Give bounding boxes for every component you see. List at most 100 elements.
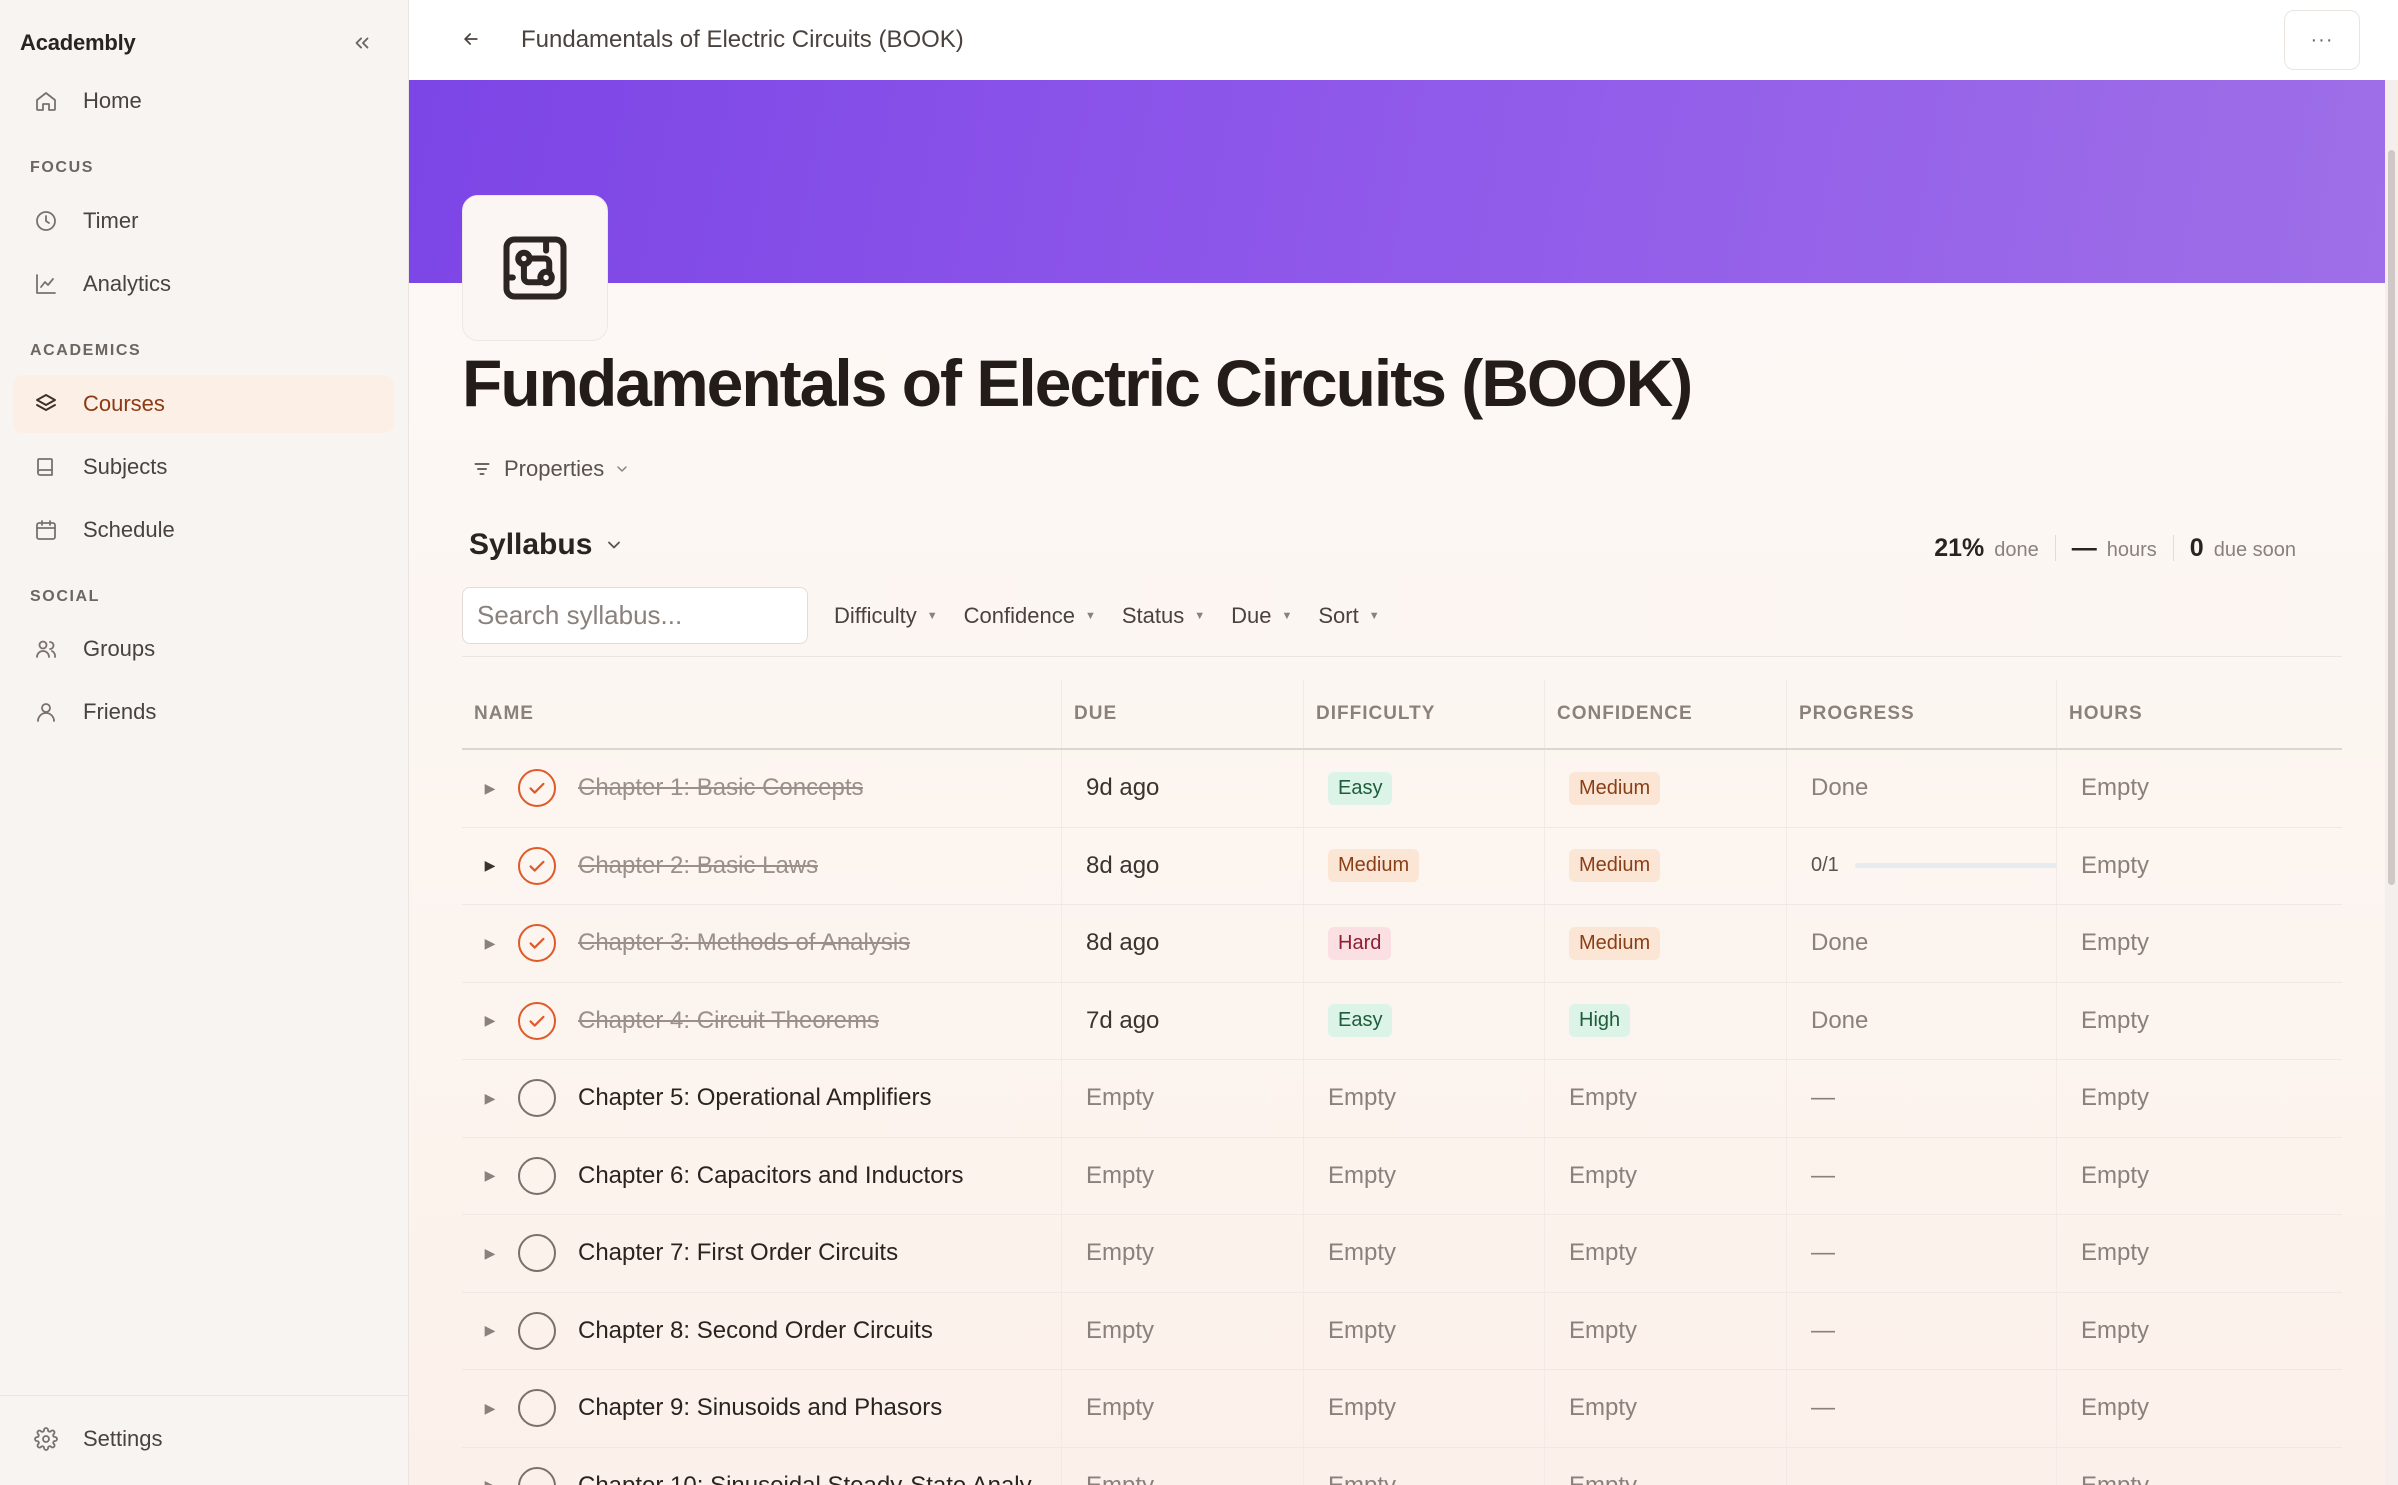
column-header-due[interactable]: DUE — [1062, 680, 1304, 748]
completion-checkbox[interactable] — [518, 1389, 556, 1428]
filter-due[interactable]: Due ▼ — [1231, 603, 1292, 629]
column-header-hours[interactable]: HOURS — [2057, 680, 2342, 748]
cell-due[interactable]: Empty — [1062, 1060, 1304, 1137]
cell-hours[interactable]: Empty — [2057, 750, 2342, 827]
cell-hours[interactable]: Empty — [2057, 905, 2342, 982]
table-row[interactable]: ▶ Chapter 2: Basic Laws 8d ago Medium Medium… — [462, 827, 2342, 905]
expand-toggle[interactable]: ▶ — [476, 1400, 504, 1417]
completion-checkbox[interactable] — [518, 1001, 556, 1040]
expand-toggle[interactable]: ▶ — [476, 1090, 504, 1107]
filter-confidence[interactable]: Confidence ▼ — [964, 603, 1096, 629]
expand-toggle[interactable]: ▶ — [476, 857, 504, 874]
cell-confidence[interactable]: Empty — [1545, 1292, 1787, 1369]
row-title[interactable]: Chapter 5: Operational Amplifiers — [578, 1084, 932, 1112]
expand-toggle[interactable]: ▶ — [476, 1012, 504, 1029]
expand-toggle[interactable]: ▶ — [476, 1477, 504, 1485]
sort-button[interactable]: Sort ▼ — [1318, 603, 1379, 629]
cell-confidence[interactable]: Empty — [1545, 1447, 1787, 1485]
cell-due[interactable]: 9d ago — [1062, 750, 1304, 827]
table-row[interactable]: ▶ Chapter 7: First Order Circuits Empty Emp… — [462, 1215, 2342, 1293]
cell-due[interactable]: 8d ago — [1062, 905, 1304, 982]
sidebar-item-courses[interactable]: Courses — [13, 375, 394, 433]
table-row[interactable]: ▶ Chapter 1: Basic Concepts 9d ago Easy Medi… — [462, 750, 2342, 828]
cell-due[interactable]: Empty — [1062, 1292, 1304, 1369]
expand-toggle[interactable]: ▶ — [476, 935, 504, 952]
properties-toggle[interactable]: Properties — [472, 452, 630, 486]
cell-due[interactable]: Empty — [1062, 1215, 1304, 1292]
table-row[interactable]: ▶ Chapter 6: Capacitors and Inductors Empt… — [462, 1137, 2342, 1215]
column-header-difficulty[interactable]: DIFFICULTY — [1304, 680, 1545, 748]
row-title[interactable]: Chapter 3: Methods of Analysis — [578, 929, 910, 957]
cell-hours[interactable]: Empty — [2057, 1215, 2342, 1292]
cell-hours[interactable]: Empty — [2057, 1448, 2342, 1485]
cell-hours[interactable]: Empty — [2057, 1370, 2342, 1447]
cell-hours[interactable]: Empty — [2057, 983, 2342, 1060]
completion-checkbox[interactable] — [518, 1311, 556, 1350]
table-row[interactable]: ▶ Chapter 10: Sinusoidal Steady-State Ana… — [462, 1447, 2342, 1485]
row-title[interactable]: Chapter 4: Circuit Theorems — [578, 1007, 879, 1035]
column-header-confidence[interactable]: CONFIDENCE — [1545, 680, 1787, 748]
row-title[interactable]: Chapter 10: Sinusoidal Steady-State Anal… — [578, 1472, 1032, 1485]
expand-toggle[interactable]: ▶ — [476, 1167, 504, 1184]
cell-confidence[interactable]: Empty — [1545, 1215, 1787, 1292]
cell-difficulty[interactable]: Easy — [1304, 750, 1545, 827]
scrollbar[interactable] — [2385, 80, 2398, 1485]
sidebar-item-home[interactable]: Home — [13, 72, 394, 130]
cell-due[interactable]: Empty — [1062, 1370, 1304, 1447]
expand-toggle[interactable]: ▶ — [476, 780, 504, 797]
collapse-sidebar-button[interactable] — [344, 25, 380, 61]
row-title[interactable]: Chapter 9: Sinusoids and Phasors — [578, 1394, 942, 1422]
completion-checkbox[interactable] — [518, 924, 556, 963]
cell-confidence[interactable]: Medium — [1545, 827, 1787, 904]
sidebar-item-groups[interactable]: Groups — [13, 620, 394, 678]
cell-difficulty[interactable]: Empty — [1304, 1370, 1545, 1447]
row-title[interactable]: Chapter 2: Basic Laws — [578, 852, 818, 880]
cell-hours[interactable]: Empty — [2057, 828, 2342, 905]
column-header-name[interactable]: NAME — [462, 680, 1062, 748]
expand-toggle[interactable]: ▶ — [476, 1322, 504, 1339]
sidebar-item-subjects[interactable]: Subjects — [13, 438, 394, 496]
search-input[interactable] — [462, 587, 808, 644]
cell-difficulty[interactable]: Hard — [1304, 905, 1545, 982]
filter-status[interactable]: Status ▼ — [1122, 603, 1205, 629]
cell-hours[interactable]: Empty — [2057, 1138, 2342, 1215]
cell-confidence[interactable]: Empty — [1545, 1060, 1787, 1137]
completion-checkbox[interactable] — [518, 1234, 556, 1273]
table-row[interactable]: ▶ Chapter 3: Methods of Analysis 8d ago Har… — [462, 905, 2342, 983]
row-title[interactable]: Chapter 8: Second Order Circuits — [578, 1317, 933, 1345]
cell-due[interactable]: 7d ago — [1062, 982, 1304, 1059]
row-title[interactable]: Chapter 7: First Order Circuits — [578, 1239, 898, 1267]
more-options-button[interactable]: ··· — [2284, 10, 2360, 70]
cell-difficulty[interactable]: Easy — [1304, 982, 1545, 1059]
cell-hours[interactable]: Empty — [2057, 1060, 2342, 1137]
cell-due[interactable]: Empty — [1062, 1137, 1304, 1214]
course-icon[interactable] — [462, 195, 608, 341]
column-header-progress[interactable]: PROGRESS — [1787, 680, 2057, 748]
completion-checkbox[interactable] — [518, 1156, 556, 1195]
completion-checkbox[interactable] — [518, 1466, 556, 1485]
cell-hours[interactable]: Empty — [2057, 1293, 2342, 1370]
sidebar-item-schedule[interactable]: Schedule — [13, 501, 394, 559]
completion-checkbox[interactable] — [518, 846, 556, 885]
sidebar-item-timer[interactable]: Timer — [13, 192, 394, 250]
cell-difficulty[interactable]: Empty — [1304, 1447, 1545, 1485]
cell-confidence[interactable]: Empty — [1545, 1137, 1787, 1214]
cell-confidence[interactable]: Empty — [1545, 1370, 1787, 1447]
scrollbar-thumb[interactable] — [2388, 150, 2395, 885]
cell-due[interactable]: 8d ago — [1062, 827, 1304, 904]
cell-confidence[interactable]: High — [1545, 982, 1787, 1059]
sidebar-item-friends[interactable]: Friends — [13, 683, 394, 741]
cell-difficulty[interactable]: Medium — [1304, 827, 1545, 904]
cell-difficulty[interactable]: Empty — [1304, 1215, 1545, 1292]
syllabus-view-selector[interactable]: Syllabus — [469, 525, 624, 565]
row-title[interactable]: Chapter 6: Capacitors and Inductors — [578, 1162, 964, 1190]
cell-difficulty[interactable]: Empty — [1304, 1060, 1545, 1137]
cell-difficulty[interactable]: Empty — [1304, 1137, 1545, 1214]
table-row[interactable]: ▶ Chapter 5: Operational Amplifiers Empty E… — [462, 1060, 2342, 1138]
cell-confidence[interactable]: Medium — [1545, 750, 1787, 827]
row-title[interactable]: Chapter 1: Basic Concepts — [578, 774, 863, 802]
table-row[interactable]: ▶ Chapter 8: Second Order Circuits Empty Em… — [462, 1292, 2342, 1370]
table-row[interactable]: ▶ Chapter 4: Circuit Theorems 7d ago Easy Hi… — [462, 982, 2342, 1060]
cell-confidence[interactable]: Medium — [1545, 905, 1787, 982]
completion-checkbox[interactable] — [518, 769, 556, 808]
